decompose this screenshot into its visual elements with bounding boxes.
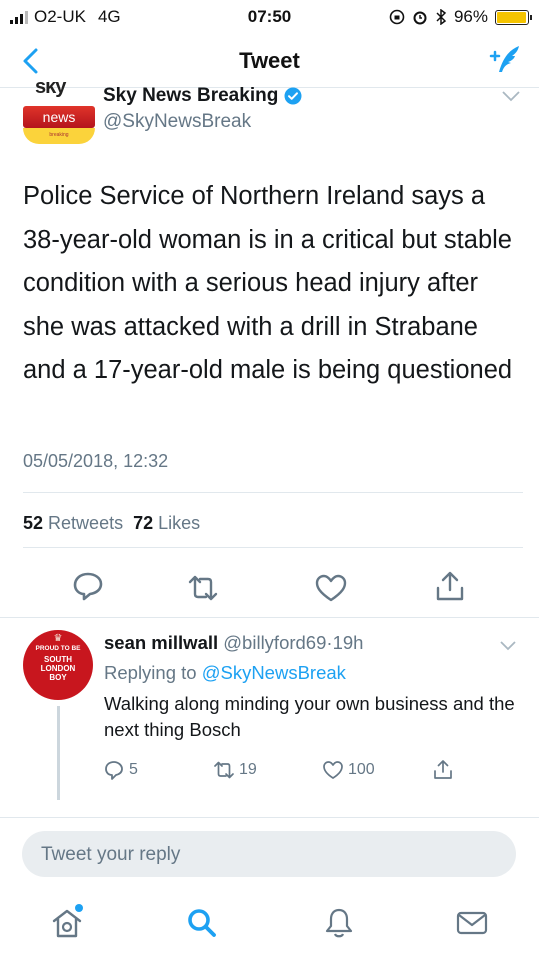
avatar-text-south: SOUTH xyxy=(44,655,72,664)
tab-bar xyxy=(0,896,539,960)
notifications-icon[interactable] xyxy=(322,906,356,940)
avatar-text-london: LONDON xyxy=(40,664,76,673)
likes-count: 72 xyxy=(133,513,154,533)
reply-reply-button[interactable]: 5 xyxy=(103,759,138,781)
tweet-timestamp: 05/05/2018, 12:32 xyxy=(23,451,169,471)
like-icon[interactable] xyxy=(314,572,348,604)
new-tweets-dot xyxy=(75,904,83,912)
reply-icon[interactable] xyxy=(71,570,105,602)
retweet-icon xyxy=(214,761,234,779)
breaking-logo-text: breaking xyxy=(23,128,95,144)
battery-icon xyxy=(495,9,532,25)
reply-input-placeholder: Tweet your reply xyxy=(41,844,181,865)
avatar-text-boy: BOY xyxy=(49,673,67,682)
tweet-author-header: sky news breaking Sky News Breaking @Sky… xyxy=(0,82,539,152)
likes-label: Likes xyxy=(158,513,201,533)
share-icon[interactable] xyxy=(433,570,467,602)
avatar-text-proud: PROUD TO BE xyxy=(35,645,81,652)
retweets-count: 52 xyxy=(23,513,44,533)
retweet-icon[interactable] xyxy=(186,572,220,604)
bluetooth-icon xyxy=(436,9,447,25)
status-bar: O2-UK 4G 07:50 96% xyxy=(0,0,539,34)
reply-author-handle: @billyford69 xyxy=(223,632,327,653)
messages-icon[interactable] xyxy=(455,906,489,940)
page-title: Tweet xyxy=(239,48,300,73)
compose-tweet-icon[interactable] xyxy=(485,42,523,78)
crown-icon: ♛ xyxy=(53,633,63,644)
tweet-text: Police Service of Northern Ireland says … xyxy=(23,182,513,384)
reply-share-button[interactable] xyxy=(432,759,454,781)
verified-badge-icon xyxy=(284,87,302,105)
reply-retweets-count: 19 xyxy=(239,761,257,778)
reply-replies-count: 5 xyxy=(129,761,138,778)
alarm-icon xyxy=(413,11,427,25)
like-icon xyxy=(323,761,343,779)
divider xyxy=(23,547,523,548)
reply-actions: 5 19 100 xyxy=(0,759,539,785)
tweet-stats: 52 Retweets 72 Likes xyxy=(23,513,200,534)
retweets-label: Retweets xyxy=(48,513,124,533)
reply-text: Walking along minding your own business … xyxy=(104,693,515,740)
chevron-down-icon[interactable] xyxy=(501,90,521,102)
reply-author-name: sean millwall xyxy=(104,632,219,653)
author-name: Sky News Breaking xyxy=(103,85,279,106)
reply-time: 19h xyxy=(332,632,364,653)
divider xyxy=(0,817,539,818)
news-logo-text: news xyxy=(23,106,95,128)
likes-stat[interactable]: 72 Likes xyxy=(133,513,200,533)
reply-like-button[interactable]: 100 xyxy=(322,759,375,781)
battery-percent: 96% xyxy=(453,7,488,26)
reply-likes-count: 100 xyxy=(348,761,375,778)
replying-to: Replying to @SkyNewsBreak xyxy=(104,662,346,684)
divider xyxy=(0,617,539,618)
replying-to-link[interactable]: @SkyNewsBreak xyxy=(202,662,346,683)
reply-input[interactable]: Tweet your reply xyxy=(22,831,516,877)
rotation-lock-icon xyxy=(389,9,405,25)
nav-bar: Tweet xyxy=(0,34,539,88)
chevron-down-icon[interactable] xyxy=(499,640,517,651)
reply-icon xyxy=(105,761,123,780)
author-avatar[interactable]: sky news breaking xyxy=(23,82,95,144)
search-icon[interactable] xyxy=(185,906,219,940)
share-icon xyxy=(434,760,452,779)
divider xyxy=(23,492,523,493)
retweets-stat[interactable]: 52 Retweets xyxy=(23,513,123,533)
replying-prefix: Replying to xyxy=(104,662,197,683)
thread-line xyxy=(57,706,60,800)
reply-header[interactable]: sean millwall @billyford69·19h xyxy=(104,632,363,654)
sky-logo-text: sky xyxy=(35,82,66,98)
author-name-row[interactable]: Sky News Breaking xyxy=(103,85,302,107)
reply-retweet-button[interactable]: 19 xyxy=(213,759,257,781)
reply-avatar[interactable]: ♛ PROUD TO BE SOUTH LONDON BOY xyxy=(23,630,93,700)
author-handle[interactable]: @SkyNewsBreak xyxy=(103,111,251,133)
